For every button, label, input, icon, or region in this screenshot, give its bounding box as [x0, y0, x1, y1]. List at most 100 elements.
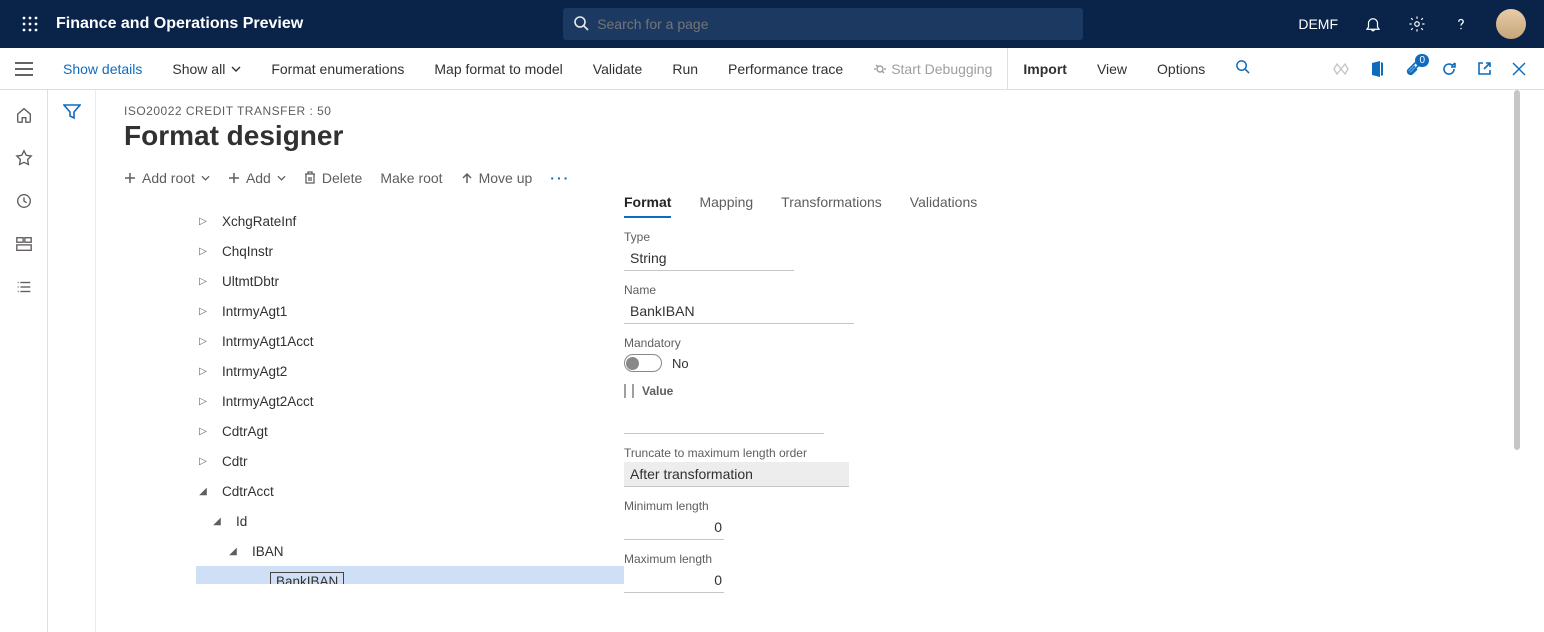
chevron-down-icon — [201, 175, 210, 181]
app-title: Finance and Operations Preview — [50, 15, 303, 33]
diamond-icon[interactable] — [1333, 63, 1349, 75]
caret-open-icon[interactable]: ◢ — [210, 516, 224, 527]
format-tree[interactable]: ▷XchgRateInf▷ChqInstr▷UltmtDbtr▷IntrmyAg… — [124, 194, 624, 584]
delete-button[interactable]: Delete — [304, 170, 362, 186]
caret-closed-icon[interactable]: ▷ — [196, 246, 210, 257]
tree-node-label: IntrmyAgt2 — [222, 364, 287, 379]
company-picker[interactable]: DEMF — [1298, 16, 1338, 32]
truncate-label: Truncate to maximum length order — [624, 446, 1516, 460]
start-debugging-button[interactable]: Start Debugging — [858, 48, 1007, 90]
mandatory-label: Mandatory — [624, 336, 1516, 350]
caret-closed-icon[interactable]: ▷ — [196, 216, 210, 227]
app-launcher-icon[interactable] — [10, 16, 50, 32]
minlength-label: Minimum length — [624, 499, 1516, 513]
tree-node-label: IBAN — [252, 544, 284, 559]
validate-button[interactable]: Validate — [578, 48, 658, 90]
mandatory-toggle[interactable] — [624, 354, 662, 372]
tree-node-label: UltmtDbtr — [222, 274, 279, 289]
delete-label: Delete — [322, 170, 362, 186]
move-up-button[interactable]: Move up — [461, 170, 533, 186]
add-label: Add — [246, 170, 271, 186]
options-button[interactable]: Options — [1142, 48, 1220, 90]
home-icon[interactable] — [15, 106, 33, 127]
name-value[interactable]: BankIBAN — [624, 299, 854, 324]
show-details-button[interactable]: Show details — [48, 48, 157, 90]
tree-node-label: BankIBAN — [270, 572, 344, 585]
tree-node[interactable]: ▷ ChqInstr — [196, 236, 624, 266]
tab-format[interactable]: Format — [624, 194, 671, 218]
tab-mapping[interactable]: Mapping — [699, 194, 753, 218]
caret-open-icon[interactable]: ◢ — [196, 486, 210, 497]
performance-trace-button[interactable]: Performance trace — [713, 48, 858, 90]
tree-node[interactable]: ▷IntrmyAgt1Acct — [196, 326, 624, 356]
maxlength-value[interactable]: 0 — [624, 568, 724, 593]
tree-node[interactable]: ▷XchgRateInf — [196, 206, 624, 236]
minlength-value[interactable]: 0 — [624, 515, 724, 540]
tree-node[interactable]: ◢CdtrAcct — [196, 476, 624, 506]
modules-icon[interactable] — [15, 278, 33, 299]
caret-closed-icon[interactable]: ▷ — [196, 396, 210, 407]
tree-node[interactable]: ◢Id — [196, 506, 624, 536]
workspace-icon[interactable] — [15, 235, 33, 256]
favorite-icon[interactable] — [15, 149, 33, 170]
caret-closed-icon[interactable]: ▷ — [196, 456, 210, 467]
view-button[interactable]: View — [1082, 48, 1142, 90]
recent-icon[interactable] — [15, 192, 33, 213]
tree-node[interactable]: ▷CdtrAgt — [196, 416, 624, 446]
add-button[interactable]: Add — [228, 170, 286, 186]
make-root-button[interactable]: Make root — [380, 170, 442, 186]
show-all-button[interactable]: Show all — [157, 48, 256, 90]
more-button[interactable]: ··· — [550, 170, 570, 186]
breadcrumb: ISO20022 CREDIT TRANSFER : 50 — [124, 104, 1516, 118]
close-icon[interactable] — [1512, 62, 1526, 76]
hamburger-icon[interactable] — [0, 62, 48, 76]
tab-transformations[interactable]: Transformations — [781, 194, 882, 218]
tree-node[interactable]: ▷ IntrmyAgt2 — [196, 356, 624, 386]
run-button[interactable]: Run — [657, 48, 713, 90]
global-search[interactable] — [563, 8, 1083, 40]
tree-node[interactable]: ▷ IntrmyAgt2Acct — [196, 386, 624, 416]
toolbar-search-icon[interactable] — [1220, 48, 1265, 90]
tab-validations[interactable]: Validations — [910, 194, 977, 218]
tree-node[interactable]: ◢ IBAN — [196, 536, 624, 566]
show-all-label: Show all — [172, 48, 225, 90]
chevron-down-icon — [277, 175, 286, 181]
caret-closed-icon[interactable]: ▷ — [196, 276, 210, 287]
help-icon[interactable] — [1452, 15, 1470, 33]
mandatory-value: No — [672, 356, 689, 371]
caret-open-icon[interactable]: ◢ — [226, 546, 240, 557]
caret-closed-icon[interactable]: ▷ — [196, 336, 210, 347]
caret-closed-icon[interactable]: ▷ — [196, 426, 210, 437]
tree-node-label: IntrmyAgt2Acct — [222, 394, 314, 409]
page-scrollbar[interactable] — [1514, 90, 1520, 450]
refresh-icon[interactable] — [1441, 61, 1457, 77]
caret-closed-icon[interactable]: ▷ — [196, 306, 210, 317]
tree-node[interactable]: BankIBAN — [196, 566, 624, 584]
popout-icon[interactable] — [1477, 61, 1492, 76]
type-value[interactable]: String — [624, 246, 794, 271]
truncate-value[interactable]: After transformation — [624, 462, 849, 487]
caret-closed-icon[interactable]: ▷ — [196, 366, 210, 377]
add-root-button[interactable]: Add root — [124, 170, 210, 186]
tree-node-label: IntrmyAgt1 — [222, 304, 287, 319]
tree-node-label: ChqInstr — [222, 244, 273, 259]
tree-node[interactable]: ▷ UltmtDbtr — [196, 266, 624, 296]
value-section-header[interactable]: Value — [624, 384, 1516, 398]
search-input[interactable] — [597, 16, 1073, 32]
search-icon — [573, 15, 589, 34]
value-field[interactable] — [624, 412, 824, 434]
map-format-button[interactable]: Map format to model — [419, 48, 577, 90]
avatar[interactable] — [1496, 9, 1526, 39]
office-icon[interactable] — [1369, 61, 1385, 77]
move-up-label: Move up — [479, 170, 533, 186]
add-root-label: Add root — [142, 170, 195, 186]
tree-node[interactable]: ▷ IntrmyAgt1 — [196, 296, 624, 326]
maxlength-label: Maximum length — [624, 552, 1516, 566]
filter-icon[interactable] — [63, 104, 81, 632]
import-button[interactable]: Import — [1007, 48, 1082, 90]
tree-node[interactable]: ▷Cdtr — [196, 446, 624, 476]
format-enumerations-button[interactable]: Format enumerations — [256, 48, 419, 90]
notification-icon[interactable] — [1364, 15, 1382, 33]
gear-icon[interactable] — [1408, 15, 1426, 33]
attachments-icon[interactable]: 0 — [1405, 60, 1421, 78]
